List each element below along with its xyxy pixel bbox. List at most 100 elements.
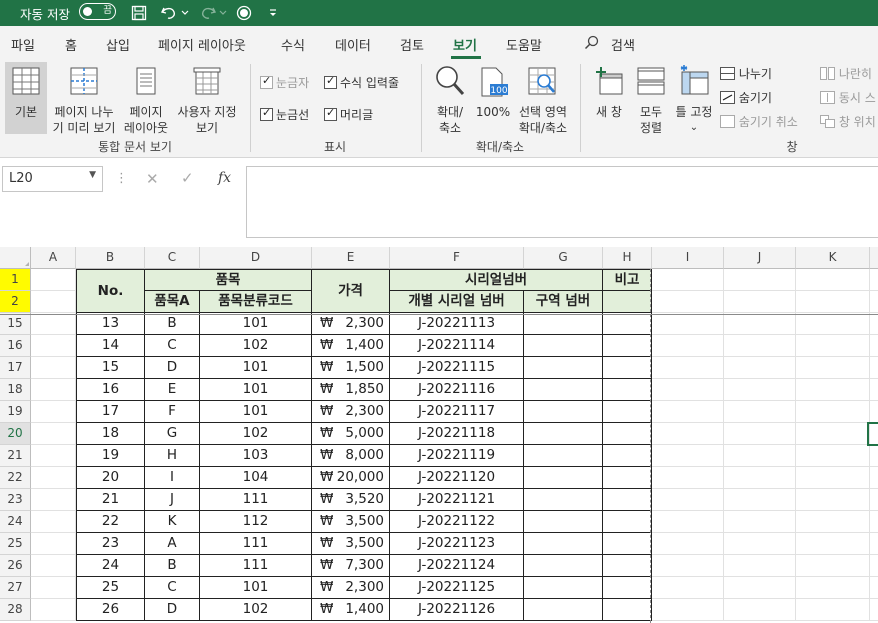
search-icon[interactable]	[584, 35, 599, 53]
cell-i22[interactable]	[652, 467, 724, 489]
cell-l25[interactable]	[870, 533, 878, 555]
cell-l18[interactable]	[870, 379, 878, 401]
cell-i25[interactable]	[652, 533, 724, 555]
zone-cell[interactable]	[524, 489, 603, 511]
cell-j15[interactable]	[724, 313, 796, 335]
cell-k28[interactable]	[796, 599, 870, 621]
name-box-dropdown-icon[interactable]: ▼	[89, 170, 96, 180]
cell-k23[interactable]	[796, 489, 870, 511]
select-all-corner[interactable]	[0, 247, 31, 269]
item-cell[interactable]: C	[145, 577, 200, 599]
cell-j18[interactable]	[724, 379, 796, 401]
cell-i15[interactable]	[652, 313, 724, 335]
column-header-e[interactable]: E	[312, 247, 390, 269]
price-cell[interactable]: ₩8,000	[312, 445, 390, 467]
note-cell[interactable]	[603, 533, 652, 555]
serial-cell[interactable]: J-20221115	[390, 357, 524, 379]
column-header-partial[interactable]	[870, 247, 878, 269]
row-header-17[interactable]: 17	[0, 357, 31, 379]
cell-a15[interactable]	[31, 313, 76, 335]
cell-a1[interactable]	[31, 269, 76, 291]
cell-k16[interactable]	[796, 335, 870, 357]
note-cell[interactable]	[603, 467, 652, 489]
serial-cell[interactable]: J-20221117	[390, 401, 524, 423]
tab-data[interactable]: 데이터	[335, 35, 371, 54]
cell-i1[interactable]	[652, 269, 724, 291]
item-cell[interactable]: K	[145, 511, 200, 533]
price-cell[interactable]: ₩3,520	[312, 489, 390, 511]
code-cell[interactable]: 101	[200, 313, 312, 335]
row-header-27[interactable]: 27	[0, 577, 31, 599]
header-note[interactable]: 비고	[603, 269, 652, 291]
row-header-23[interactable]: 23	[0, 489, 31, 511]
note-cell[interactable]	[603, 401, 652, 423]
zone-cell[interactable]	[524, 467, 603, 489]
cell-l17[interactable]	[870, 357, 878, 379]
tab-file[interactable]: 파일	[11, 35, 35, 54]
cell-l19[interactable]	[870, 401, 878, 423]
freeze-panes-button[interactable]: 틀 고정 ⌄	[671, 62, 717, 134]
no-cell[interactable]: 20	[76, 467, 145, 489]
cell-l15[interactable]	[870, 313, 878, 335]
cell-i19[interactable]	[652, 401, 724, 423]
item-cell[interactable]: J	[145, 489, 200, 511]
cell-k1[interactable]	[796, 269, 870, 291]
column-header-g[interactable]: G	[524, 247, 603, 269]
zone-cell[interactable]	[524, 511, 603, 533]
cell-a28[interactable]	[31, 599, 76, 621]
undo-icon[interactable]	[160, 2, 178, 24]
hide-button[interactable]: 숨기기	[720, 89, 772, 106]
headings-checkbox[interactable]: 머리글	[324, 106, 373, 123]
cell-j2[interactable]	[724, 291, 796, 313]
no-cell[interactable]: 21	[76, 489, 145, 511]
formula-bar-checkbox[interactable]: 수식 입력줄	[324, 74, 399, 91]
code-cell[interactable]: 101	[200, 357, 312, 379]
no-cell[interactable]: 18	[76, 423, 145, 445]
row-header-22[interactable]: 22	[0, 467, 31, 489]
no-cell[interactable]: 15	[76, 357, 145, 379]
tab-page-layout[interactable]: 페이지 레이아웃	[158, 35, 246, 54]
active-cell-l20[interactable]	[867, 422, 878, 446]
price-cell[interactable]: ₩2,300	[312, 313, 390, 335]
no-cell[interactable]: 23	[76, 533, 145, 555]
serial-cell[interactable]: J-20221123	[390, 533, 524, 555]
note-cell[interactable]	[603, 379, 652, 401]
serial-cell[interactable]: J-20221121	[390, 489, 524, 511]
cell-j24[interactable]	[724, 511, 796, 533]
column-header-f[interactable]: F	[390, 247, 524, 269]
worksheet-grid[interactable]: A B C D E F G H I J K 1 2 15 16 17 18 19 20 21 22 23 24 25 26 27 2…	[0, 247, 878, 623]
price-cell[interactable]: ₩1,500	[312, 357, 390, 379]
price-cell[interactable]: ₩20,000	[312, 467, 390, 489]
cell-k15[interactable]	[796, 313, 870, 335]
cell-j17[interactable]	[724, 357, 796, 379]
cell-i17[interactable]	[652, 357, 724, 379]
view-side-by-side-button[interactable]: 나란히	[820, 65, 872, 82]
no-cell[interactable]: 25	[76, 577, 145, 599]
page-layout-view-button[interactable]: 페이지 레이아웃	[122, 62, 170, 135]
row-header-20[interactable]: 20	[0, 423, 31, 445]
note-cell[interactable]	[603, 511, 652, 533]
note-cell[interactable]	[603, 423, 652, 445]
cell-j16[interactable]	[724, 335, 796, 357]
code-cell[interactable]: 102	[200, 335, 312, 357]
price-cell[interactable]: ₩3,500	[312, 511, 390, 533]
redo-icon[interactable]	[199, 2, 217, 24]
code-cell[interactable]: 111	[200, 555, 312, 577]
column-header-c[interactable]: C	[145, 247, 200, 269]
price-cell[interactable]: ₩2,300	[312, 401, 390, 423]
note-cell[interactable]	[603, 577, 652, 599]
insert-function-icon[interactable]: fx	[218, 170, 231, 186]
cell-l27[interactable]	[870, 577, 878, 599]
row-header-2[interactable]: 2	[0, 291, 31, 313]
cell-a21[interactable]	[31, 445, 76, 467]
zone-cell[interactable]	[524, 533, 603, 555]
cell-k26[interactable]	[796, 555, 870, 577]
cell-a20[interactable]	[31, 423, 76, 445]
zone-cell[interactable]	[524, 577, 603, 599]
no-cell[interactable]: 19	[76, 445, 145, 467]
tab-view[interactable]: 보기	[453, 35, 477, 54]
no-cell[interactable]: 24	[76, 555, 145, 577]
serial-cell[interactable]: J-20221119	[390, 445, 524, 467]
cell-k20[interactable]	[796, 423, 870, 445]
code-cell[interactable]: 102	[200, 423, 312, 445]
